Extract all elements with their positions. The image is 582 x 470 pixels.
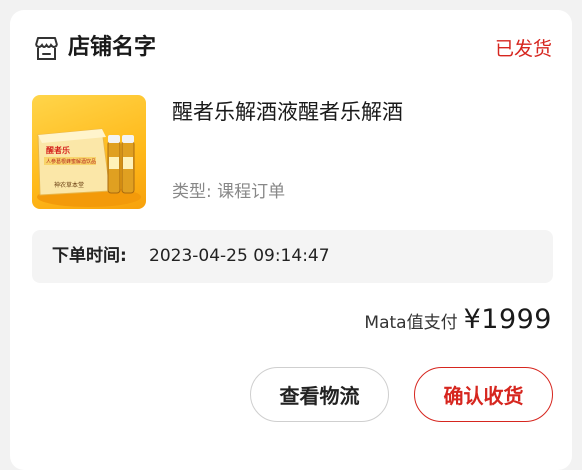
- product-type: 类型: 课程订单: [172, 178, 285, 206]
- product-thumbnail[interactable]: 醒者乐 人参葛根蜂蜜解酒饮品 神农草本堂: [32, 95, 146, 209]
- product-title[interactable]: 醒者乐解酒液醒者乐解酒: [172, 96, 403, 128]
- confirm-receipt-button[interactable]: 确认收货: [414, 367, 553, 422]
- order-time-label: 下单时间:: [52, 246, 127, 266]
- order-card: 店铺名字 已发货 醒者乐 人参葛根蜂蜜解酒饮品 神农草本堂 醒者乐解酒液醒者乐解…: [10, 10, 572, 470]
- product-image-brand: 醒者乐: [46, 145, 70, 155]
- payment-label: Mata值支付: [364, 313, 458, 333]
- product-type-value: 课程订单: [217, 182, 286, 202]
- payment-row: Mata值支付 ¥1999: [364, 304, 552, 344]
- product-image-seal: 神农草本堂: [54, 181, 84, 189]
- order-time-box: 下单时间: 2023-04-25 09:14:47: [32, 230, 553, 283]
- product-image-caption: 人参葛根蜂蜜解酒饮品: [46, 158, 96, 165]
- shop-name[interactable]: 店铺名字: [68, 32, 156, 64]
- order-time-value: 2023-04-25 09:14:47: [149, 246, 330, 266]
- store-icon: [33, 35, 60, 62]
- payment-amount: ¥1999: [463, 304, 552, 335]
- view-logistics-button[interactable]: 查看物流: [250, 367, 389, 422]
- product-type-label: 类型:: [172, 182, 212, 202]
- order-status: 已发货: [494, 38, 552, 60]
